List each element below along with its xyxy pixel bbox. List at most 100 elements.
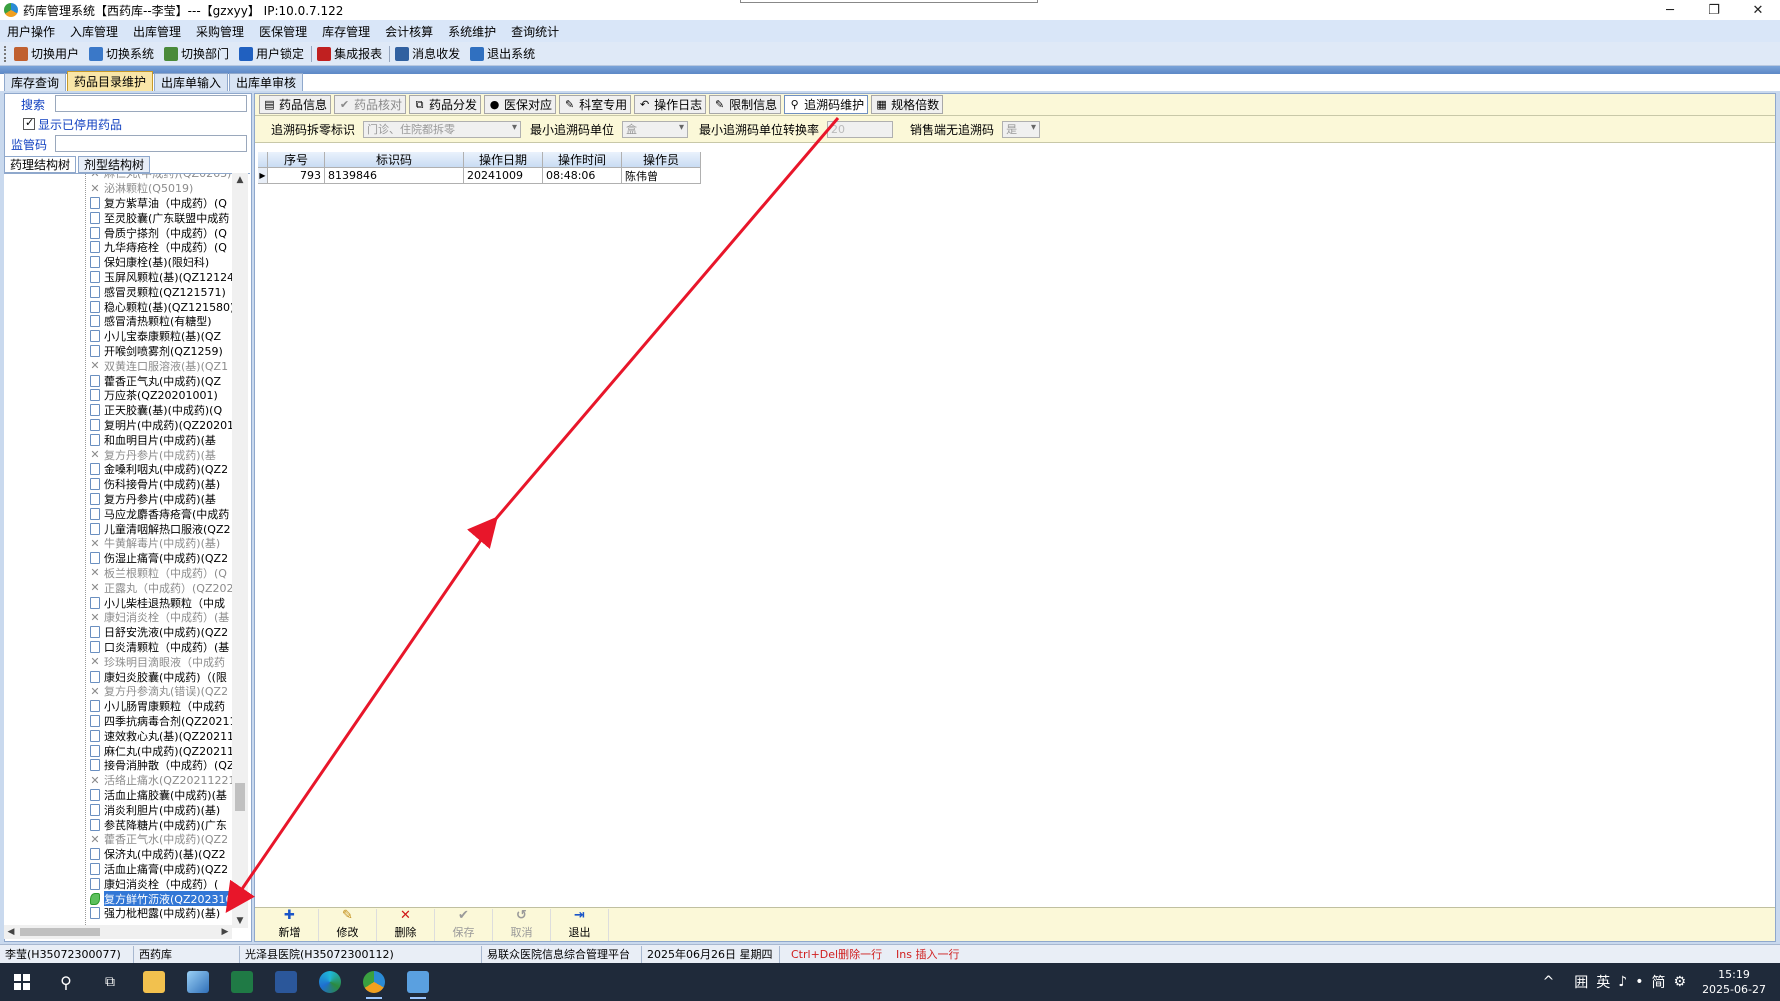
tree-item[interactable]: 日舒安洗液(中成药)(QZ2	[90, 625, 238, 640]
tree-item[interactable]: 消炎利胆片(中成药)(基)	[90, 802, 238, 817]
menu-item[interactable]: 医保管理	[252, 23, 315, 40]
column-header[interactable]: 操作日期	[464, 152, 543, 168]
detail-tab[interactable]: ● 医保对应	[484, 95, 557, 114]
tree-item[interactable]: 万应茶(QZ20201001)	[90, 388, 238, 403]
tree-item[interactable]: 玉屏风颗粒(基)(QZ12124	[90, 270, 238, 285]
menu-item[interactable]: 查询统计	[504, 23, 567, 40]
column-header[interactable]: 操作员	[622, 152, 701, 168]
tree-item[interactable]: 藿香正气丸(中成药)(QZ	[90, 373, 238, 388]
tree-item[interactable]: 至灵胶囊(广东联盟中成药	[90, 210, 238, 225]
toolbar-button[interactable]: 切换部门	[160, 43, 235, 65]
tree-horizontal-scrollbar[interactable]: ◀ ▶	[4, 925, 232, 939]
tree-vertical-scrollbar[interactable]: ▲ ▼	[232, 173, 248, 928]
table-cell[interactable]: 793	[268, 168, 325, 184]
tree-item[interactable]: 小儿宝泰康颗粒(基)(QZ	[90, 329, 238, 344]
column-header[interactable]: 序号	[268, 152, 325, 168]
scroll-left-icon[interactable]: ◀	[4, 925, 18, 939]
taskbar-pharmacy-app[interactable]	[352, 963, 396, 1001]
detail-tab[interactable]: ✎ 科室专用	[559, 95, 632, 114]
toolbar-button[interactable]: 退出系统	[466, 43, 541, 65]
supervise-code-input[interactable]	[55, 135, 247, 152]
taskbar-app-blue[interactable]	[176, 963, 220, 1001]
tree-item[interactable]: 口炎清颗粒（中成药）(基	[90, 640, 238, 655]
tree-item[interactable]: 和血明目片(中成药)(基	[90, 432, 238, 447]
tree-item[interactable]: ✕ 藿香正气水(中成药)(QZ2	[90, 832, 238, 847]
tree-item[interactable]: 开喉剑喷雾剂(QZ1259)	[90, 344, 238, 359]
menu-item[interactable]: 入库管理	[63, 23, 126, 40]
minimize-button[interactable]: ─	[1648, 0, 1692, 20]
tree-item[interactable]: 马应龙麝香痔疮膏(中成药	[90, 506, 238, 521]
tree-item[interactable]: 伤科接骨片(中成药)(基)	[90, 477, 238, 492]
tree-hscroll-thumb[interactable]	[20, 928, 100, 936]
toolbar-button[interactable]: 切换用户	[10, 43, 85, 65]
min-unit-select[interactable]: 盒	[622, 120, 689, 138]
detail-tab[interactable]: ▤ 药品信息	[259, 95, 332, 114]
tree-item[interactable]: 小儿柴桂退热颗粒（中成	[90, 595, 238, 610]
split-flag-select[interactable]: 门诊、住院都拆零	[363, 120, 522, 138]
start-button[interactable]	[0, 963, 44, 1001]
menu-item[interactable]: 采购管理	[189, 23, 252, 40]
tree-item[interactable]: 麻仁丸(中成药)(QZ20211	[90, 743, 238, 758]
tree-item[interactable]: ✕ 复方丹参片(中成药)(基	[90, 447, 238, 462]
table-row[interactable]: ▶ 793 8139846 20241009 08:48:06 陈伟曾	[258, 168, 701, 184]
search-input[interactable]	[55, 95, 247, 112]
tree-item[interactable]: ✕ 双黄连口服溶液(基)(QZ1	[90, 358, 238, 373]
detail-tab[interactable]: ↶ 操作日志	[634, 95, 707, 114]
scroll-right-icon[interactable]: ▶	[218, 925, 232, 939]
tree-item[interactable]: 参芪降糖片(中成药)(广东	[90, 817, 238, 832]
tree-item[interactable]: 骨质宁搽剂（中成药）(Q	[90, 225, 238, 240]
menu-item[interactable]: 会计核算	[378, 23, 441, 40]
tree-item[interactable]: ✕ 牛黄解毒片(中成药)(基)	[90, 536, 238, 551]
conversion-rate-input[interactable]: 20	[827, 120, 894, 138]
column-header[interactable]: 操作时间	[543, 152, 622, 168]
table-cell[interactable]: 8139846	[325, 168, 464, 184]
toolbar-button[interactable]: 集成报表	[313, 43, 388, 65]
tree-item[interactable]: 感冒灵颗粒(QZ121571)	[90, 284, 238, 299]
tree-item[interactable]: 活血止痛胶囊(中成药)(基	[90, 788, 238, 803]
scroll-down-icon[interactable]: ▼	[232, 914, 248, 928]
column-header[interactable]: 标识码	[325, 152, 464, 168]
tree-item[interactable]: ✕ 板兰根颗粒（中成药）(Q	[90, 566, 238, 581]
tray-icon[interactable]: 英	[1596, 972, 1610, 992]
tree-scroll-thumb[interactable]	[235, 783, 245, 811]
taskbar-edge[interactable]	[308, 963, 352, 1001]
toolbar-button[interactable]: 用户锁定	[235, 43, 310, 65]
table-cell[interactable]: 20241009	[464, 168, 543, 184]
tree-item[interactable]: 伤湿止痛膏(中成药)(QZ2	[90, 551, 238, 566]
tree-item[interactable]: ✕ 珍珠明目滴眼液（中成药	[90, 654, 238, 669]
task-view-button[interactable]: ⧉	[88, 963, 132, 1001]
tree-item[interactable]: 保济丸(中成药)(基)(QZ2	[90, 847, 238, 862]
menu-item[interactable]: 出库管理	[126, 23, 189, 40]
tree-item[interactable]: 保妇康栓(基)(限妇科)	[90, 255, 238, 270]
tree-item[interactable]: 强力枇杷露(中成药)(基)	[90, 906, 238, 921]
module-tab[interactable]: 库存查询	[4, 73, 67, 91]
taskbar-excel[interactable]	[220, 963, 264, 1001]
tree-item[interactable]: 复明片(中成药)(QZ20201	[90, 418, 238, 433]
tray-icon[interactable]: ♪	[1618, 974, 1627, 990]
tree-item[interactable]: ✕ 泌淋颗粒(Q5019)	[90, 181, 238, 196]
clock[interactable]: 15:19 2025-06-27	[1702, 967, 1766, 997]
tree-item[interactable]: 接骨消肿散（中成药）(QZ	[90, 758, 238, 773]
taskbar-word[interactable]	[264, 963, 308, 1001]
tree-item[interactable]: 金嗓利咽丸(中成药)(QZ2	[90, 462, 238, 477]
tree-item[interactable]: 活血止痛膏(中成药)(QZ2	[90, 862, 238, 877]
tree-item[interactable]: 儿童清咽解热口服液(QZ2	[90, 521, 238, 536]
show-disabled-checkbox[interactable]	[23, 116, 35, 130]
taskbar-notepad[interactable]	[396, 963, 440, 1001]
module-tab[interactable]: 出库单输入	[154, 73, 229, 91]
tree-item[interactable]: 正天胶囊(基)(中成药)(Q	[90, 403, 238, 418]
show-hidden-icons[interactable]: ^	[1543, 974, 1555, 990]
tree-tab[interactable]: 药理结构树	[4, 156, 77, 173]
tree-item[interactable]: 复方紫草油（中成药）(Q	[90, 196, 238, 211]
detail-tab[interactable]: ▦ 规格倍数	[871, 95, 944, 114]
search-button[interactable]: ⚲	[44, 963, 88, 1001]
tree-tab[interactable]: 剂型结构树	[78, 156, 151, 173]
scroll-up-icon[interactable]: ▲	[232, 173, 248, 187]
tree-item[interactable]: 四季抗病毒合剂(QZ20211	[90, 714, 238, 729]
tray-icon[interactable]: 囲	[1574, 972, 1588, 992]
tree-item[interactable]: ✕ 正露丸（中成药）(QZ202	[90, 580, 238, 595]
toolbar-button[interactable]: 消息收发	[391, 43, 466, 65]
action-button[interactable]: ✚ 新增	[261, 908, 319, 941]
tree-item[interactable]: ✕ 活络止痛水(QZ202112217	[90, 773, 238, 788]
toolbar-button[interactable]: 切换系统	[85, 43, 160, 65]
